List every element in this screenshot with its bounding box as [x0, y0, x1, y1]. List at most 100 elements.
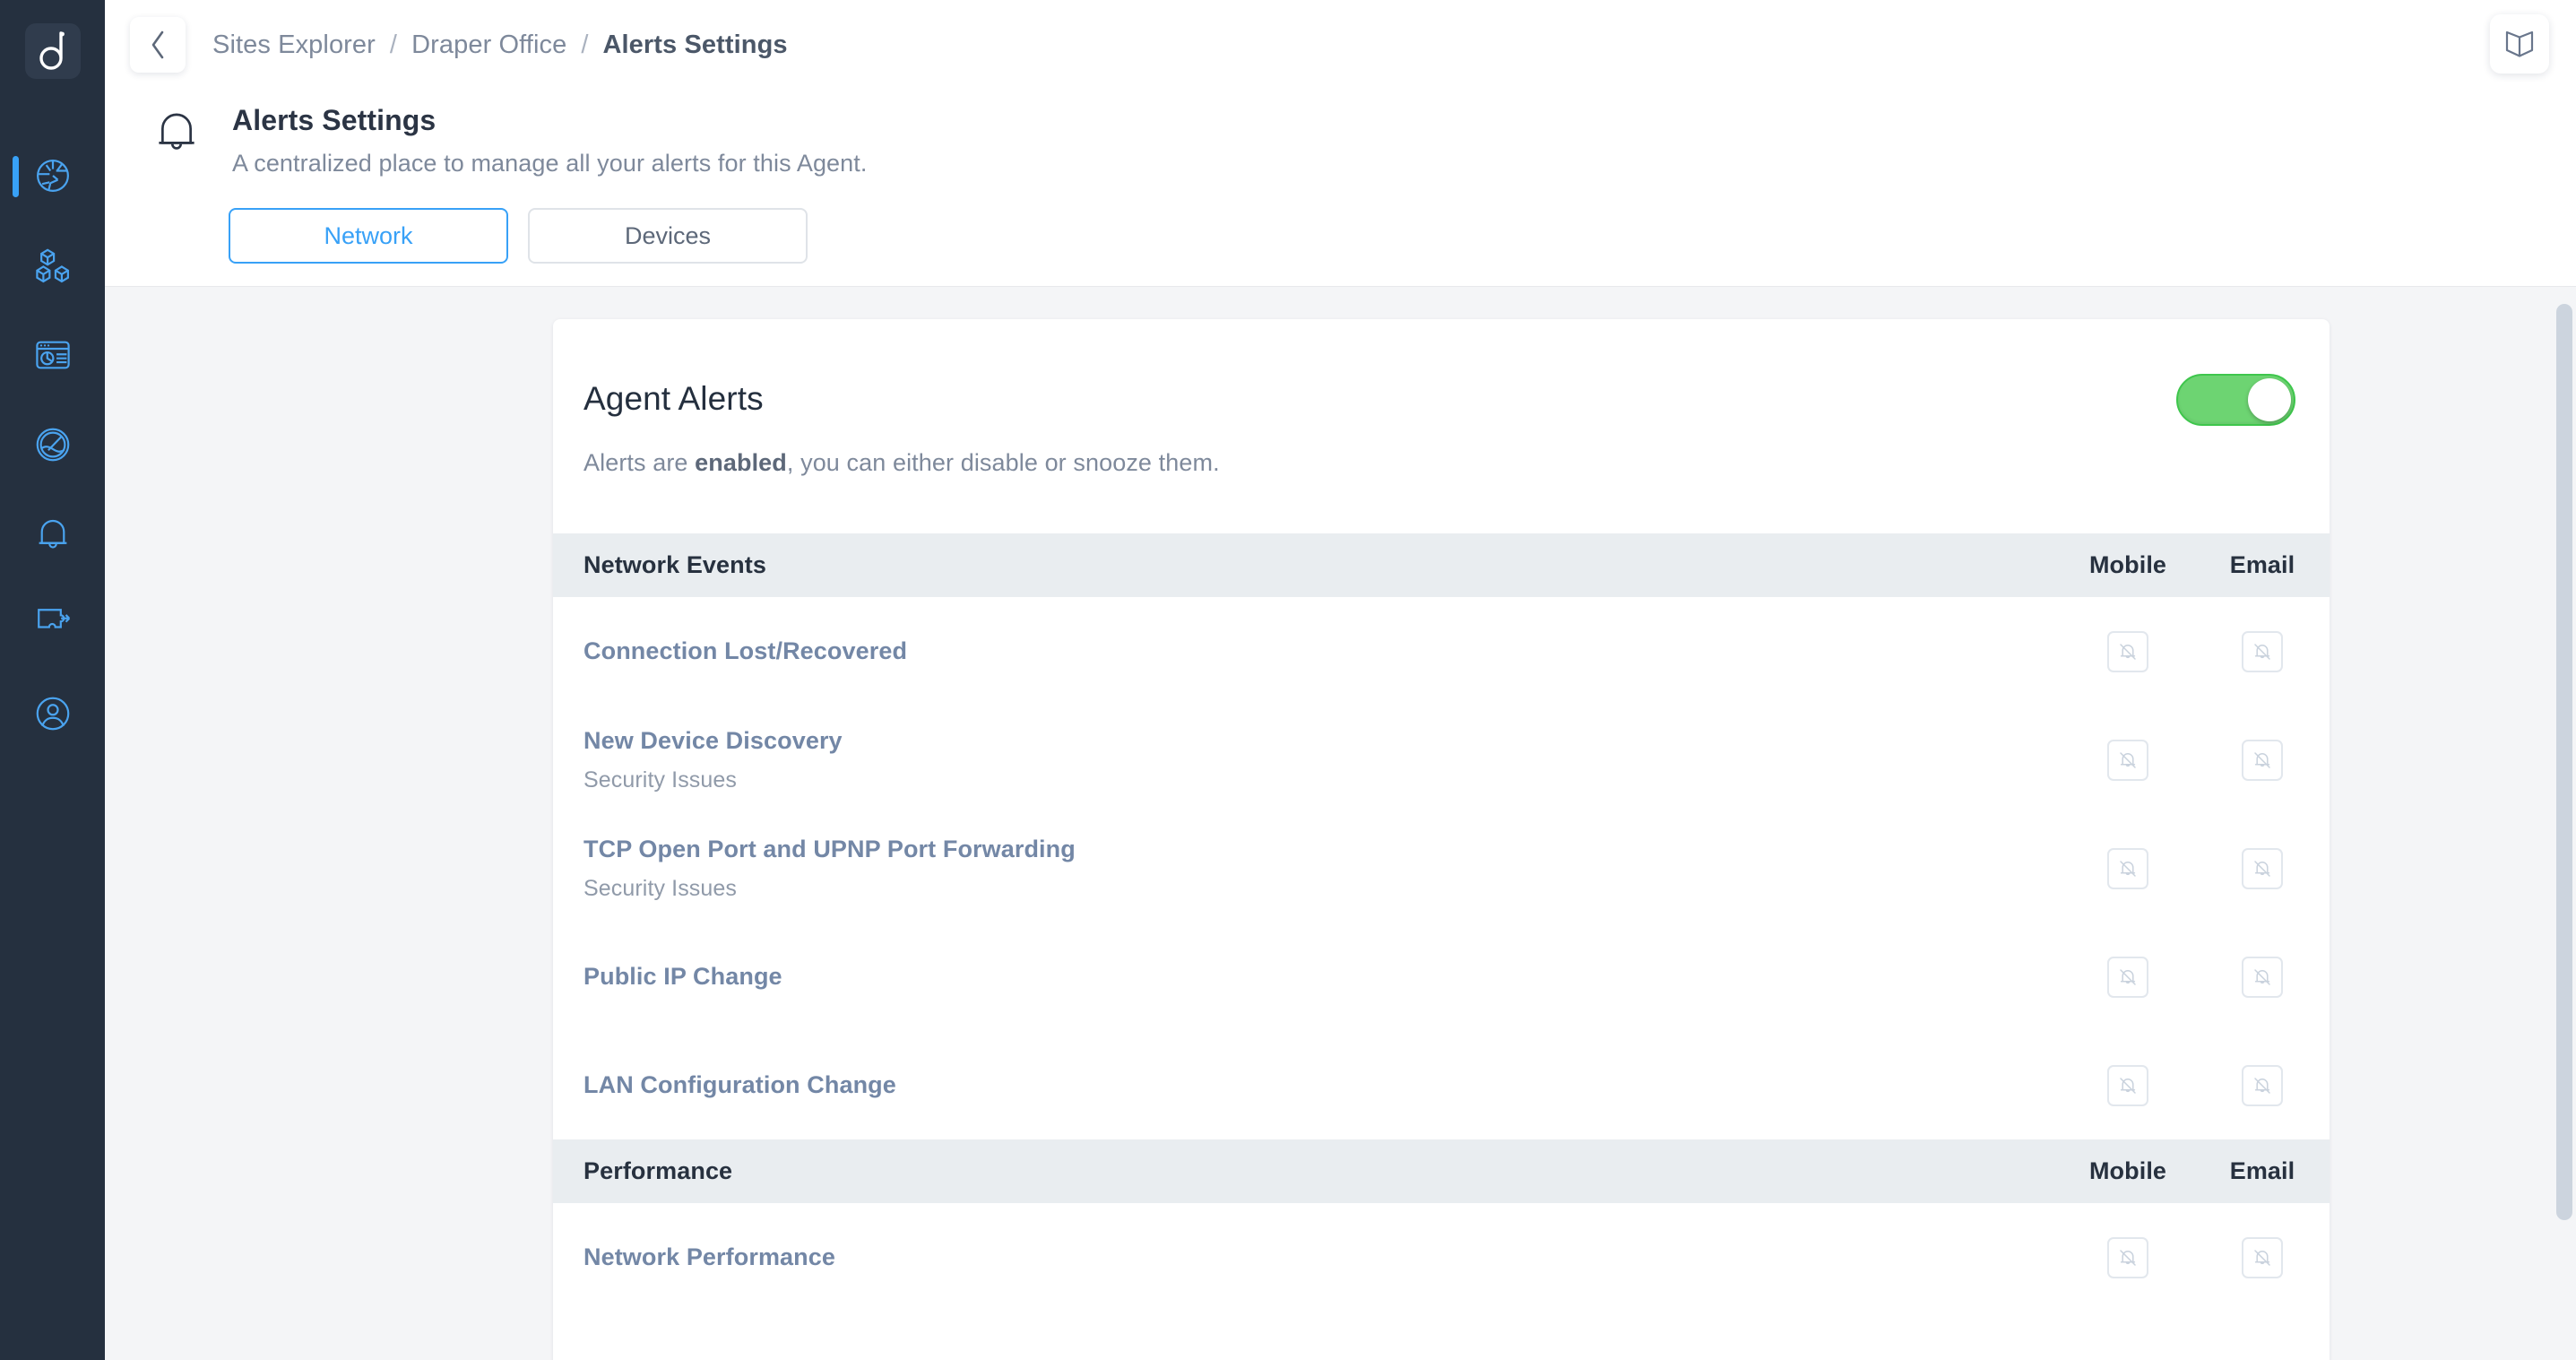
app-logo[interactable]	[24, 23, 81, 79]
mobile-mute-toggle[interactable]	[2107, 956, 2148, 998]
dashboard-icon	[35, 341, 70, 369]
group-header-row: Performance Mobile Email	[553, 1139, 2330, 1203]
tab-network[interactable]: Network	[229, 208, 508, 264]
email-mute-toggle[interactable]	[2242, 1236, 2283, 1278]
row-mobile-cell	[2061, 814, 2195, 923]
row-mobile-cell	[2061, 706, 2195, 814]
breadcrumb-item-2: Alerts Settings	[602, 30, 788, 59]
email-mute-toggle[interactable]	[2242, 1064, 2283, 1106]
alert-name-link[interactable]: New Device Discovery	[583, 727, 2061, 755]
table-row: Connection Lost/Recovered	[553, 597, 2330, 706]
breadcrumb-separator: /	[389, 30, 398, 59]
row-email-cell	[2195, 597, 2330, 706]
row-name-cell: New Device Discovery Security Issues	[553, 706, 2061, 814]
group-title: Performance	[583, 1157, 733, 1184]
email-mute-toggle[interactable]	[2242, 739, 2283, 781]
table-row: Network Performance	[553, 1203, 2330, 1312]
breadcrumb-separator: /	[581, 30, 589, 59]
tab-devices[interactable]: Devices	[528, 208, 808, 264]
mobile-mute-toggle[interactable]	[2107, 847, 2148, 889]
alert-name-link[interactable]: TCP Open Port and UPNP Port Forwarding	[583, 836, 2061, 863]
table-row: TCP Open Port and UPNP Port Forwarding S…	[553, 814, 2330, 923]
page-icon-wrap	[135, 102, 218, 158]
bell-slash-icon	[2254, 643, 2270, 660]
bell-slash-icon	[2120, 860, 2136, 877]
user-icon	[36, 697, 69, 731]
sidebar-item-inventory[interactable]	[0, 221, 105, 310]
agent-alerts-header: Agent Alerts Alerts are enabled, you can…	[553, 319, 2330, 533]
alerts-table: Network Events Mobile Email Connection L…	[553, 533, 2330, 1312]
page-subtitle: A centralized place to manage all your a…	[232, 150, 868, 177]
sidebar-item-network[interactable]	[0, 131, 105, 221]
column-header-email: Email	[2229, 1157, 2295, 1184]
alert-name-link[interactable]: Connection Lost/Recovered	[583, 637, 2061, 665]
bell-slash-icon	[2254, 860, 2270, 877]
bell-slash-icon	[2254, 968, 2270, 985]
breadcrumb-item-0[interactable]: Sites Explorer	[212, 30, 376, 60]
alert-name-link[interactable]: Network Performance	[583, 1243, 2061, 1271]
mobile-mute-toggle[interactable]	[2107, 1236, 2148, 1278]
page-title: Alerts Settings	[232, 104, 437, 136]
desc-suffix: , you can either disable or snooze them.	[786, 449, 1220, 476]
sidebar-item-integrations[interactable]	[0, 579, 105, 669]
row-mobile-cell	[2061, 1031, 2195, 1139]
topbar: Sites Explorer / Draper Office / Alerts …	[105, 0, 2576, 90]
email-mute-toggle[interactable]	[2242, 630, 2283, 672]
column-header-email: Email	[2229, 551, 2295, 578]
row-name-cell: Network Performance	[553, 1203, 2061, 1312]
bell-slash-icon	[2120, 643, 2136, 660]
help-docs-button[interactable]	[2490, 14, 2549, 74]
alert-name-link[interactable]: LAN Configuration Change	[583, 1071, 2061, 1099]
alert-subtitle: Security Issues	[583, 767, 738, 793]
row-name-cell: LAN Configuration Change	[553, 1031, 2061, 1139]
table-row: LAN Configuration Change	[553, 1031, 2330, 1139]
breadcrumb: Sites Explorer / Draper Office / Alerts …	[212, 30, 788, 60]
mobile-mute-toggle[interactable]	[2107, 1064, 2148, 1106]
row-email-cell	[2195, 814, 2330, 923]
sidebar-item-reports[interactable]	[0, 310, 105, 400]
mobile-mute-toggle[interactable]	[2107, 739, 2148, 781]
bell-slash-icon	[2120, 1249, 2136, 1266]
alert-name-link[interactable]: Public IP Change	[583, 963, 2061, 991]
mobile-mute-toggle[interactable]	[2107, 630, 2148, 672]
bell-slash-icon	[2120, 968, 2136, 985]
rail-item-list	[0, 131, 105, 758]
scrollbar-thumb[interactable]	[2556, 304, 2572, 1220]
sidebar-item-insights[interactable]	[0, 400, 105, 489]
page-header-text: Alerts Settings A centralized place to m…	[218, 102, 868, 178]
bell-slash-icon	[2254, 751, 2270, 768]
content-region: Agent Alerts Alerts are enabled, you can…	[105, 286, 2576, 1360]
card-title: Agent Alerts	[583, 380, 764, 417]
agent-alerts-card: Agent Alerts Alerts are enabled, you can…	[553, 319, 2330, 1360]
left-nav-rail	[0, 0, 105, 1360]
bell-slash-icon	[2254, 1249, 2270, 1266]
row-mobile-cell	[2061, 923, 2195, 1031]
card-description: Alerts are enabled, you can either disab…	[583, 449, 2267, 533]
column-header-mobile: Mobile	[2088, 551, 2167, 578]
scrollbar-track[interactable]	[2553, 286, 2576, 1360]
back-button[interactable]	[130, 17, 186, 73]
agent-alerts-toggle[interactable]	[2176, 374, 2295, 426]
row-email-cell	[2195, 1203, 2330, 1312]
bell-icon	[39, 519, 66, 549]
email-mute-toggle[interactable]	[2242, 847, 2283, 889]
bell-slash-icon	[2120, 1077, 2136, 1094]
breadcrumb-item-1[interactable]: Draper Office	[411, 30, 566, 60]
main-area: Sites Explorer / Draper Office / Alerts …	[105, 0, 2576, 1360]
row-email-cell	[2195, 923, 2330, 1031]
sidebar-item-account[interactable]	[0, 669, 105, 758]
globe-icon	[36, 160, 69, 192]
email-mute-toggle[interactable]	[2242, 956, 2283, 998]
cubes-icon	[35, 248, 69, 283]
row-mobile-cell	[2061, 1203, 2195, 1312]
table-row: New Device Discovery Security Issues	[553, 706, 2330, 814]
bell-icon	[159, 113, 194, 150]
bell-slash-icon	[2254, 1077, 2270, 1094]
group-title: Network Events	[583, 551, 766, 578]
toggle-knob	[2248, 378, 2291, 421]
sidebar-item-alerts[interactable]	[0, 489, 105, 579]
alerts-table-body: Network Events Mobile Email Connection L…	[553, 533, 2330, 1312]
integration-icon	[37, 609, 70, 628]
column-header-mobile: Mobile	[2088, 1157, 2167, 1184]
logo-glyph	[39, 31, 65, 70]
